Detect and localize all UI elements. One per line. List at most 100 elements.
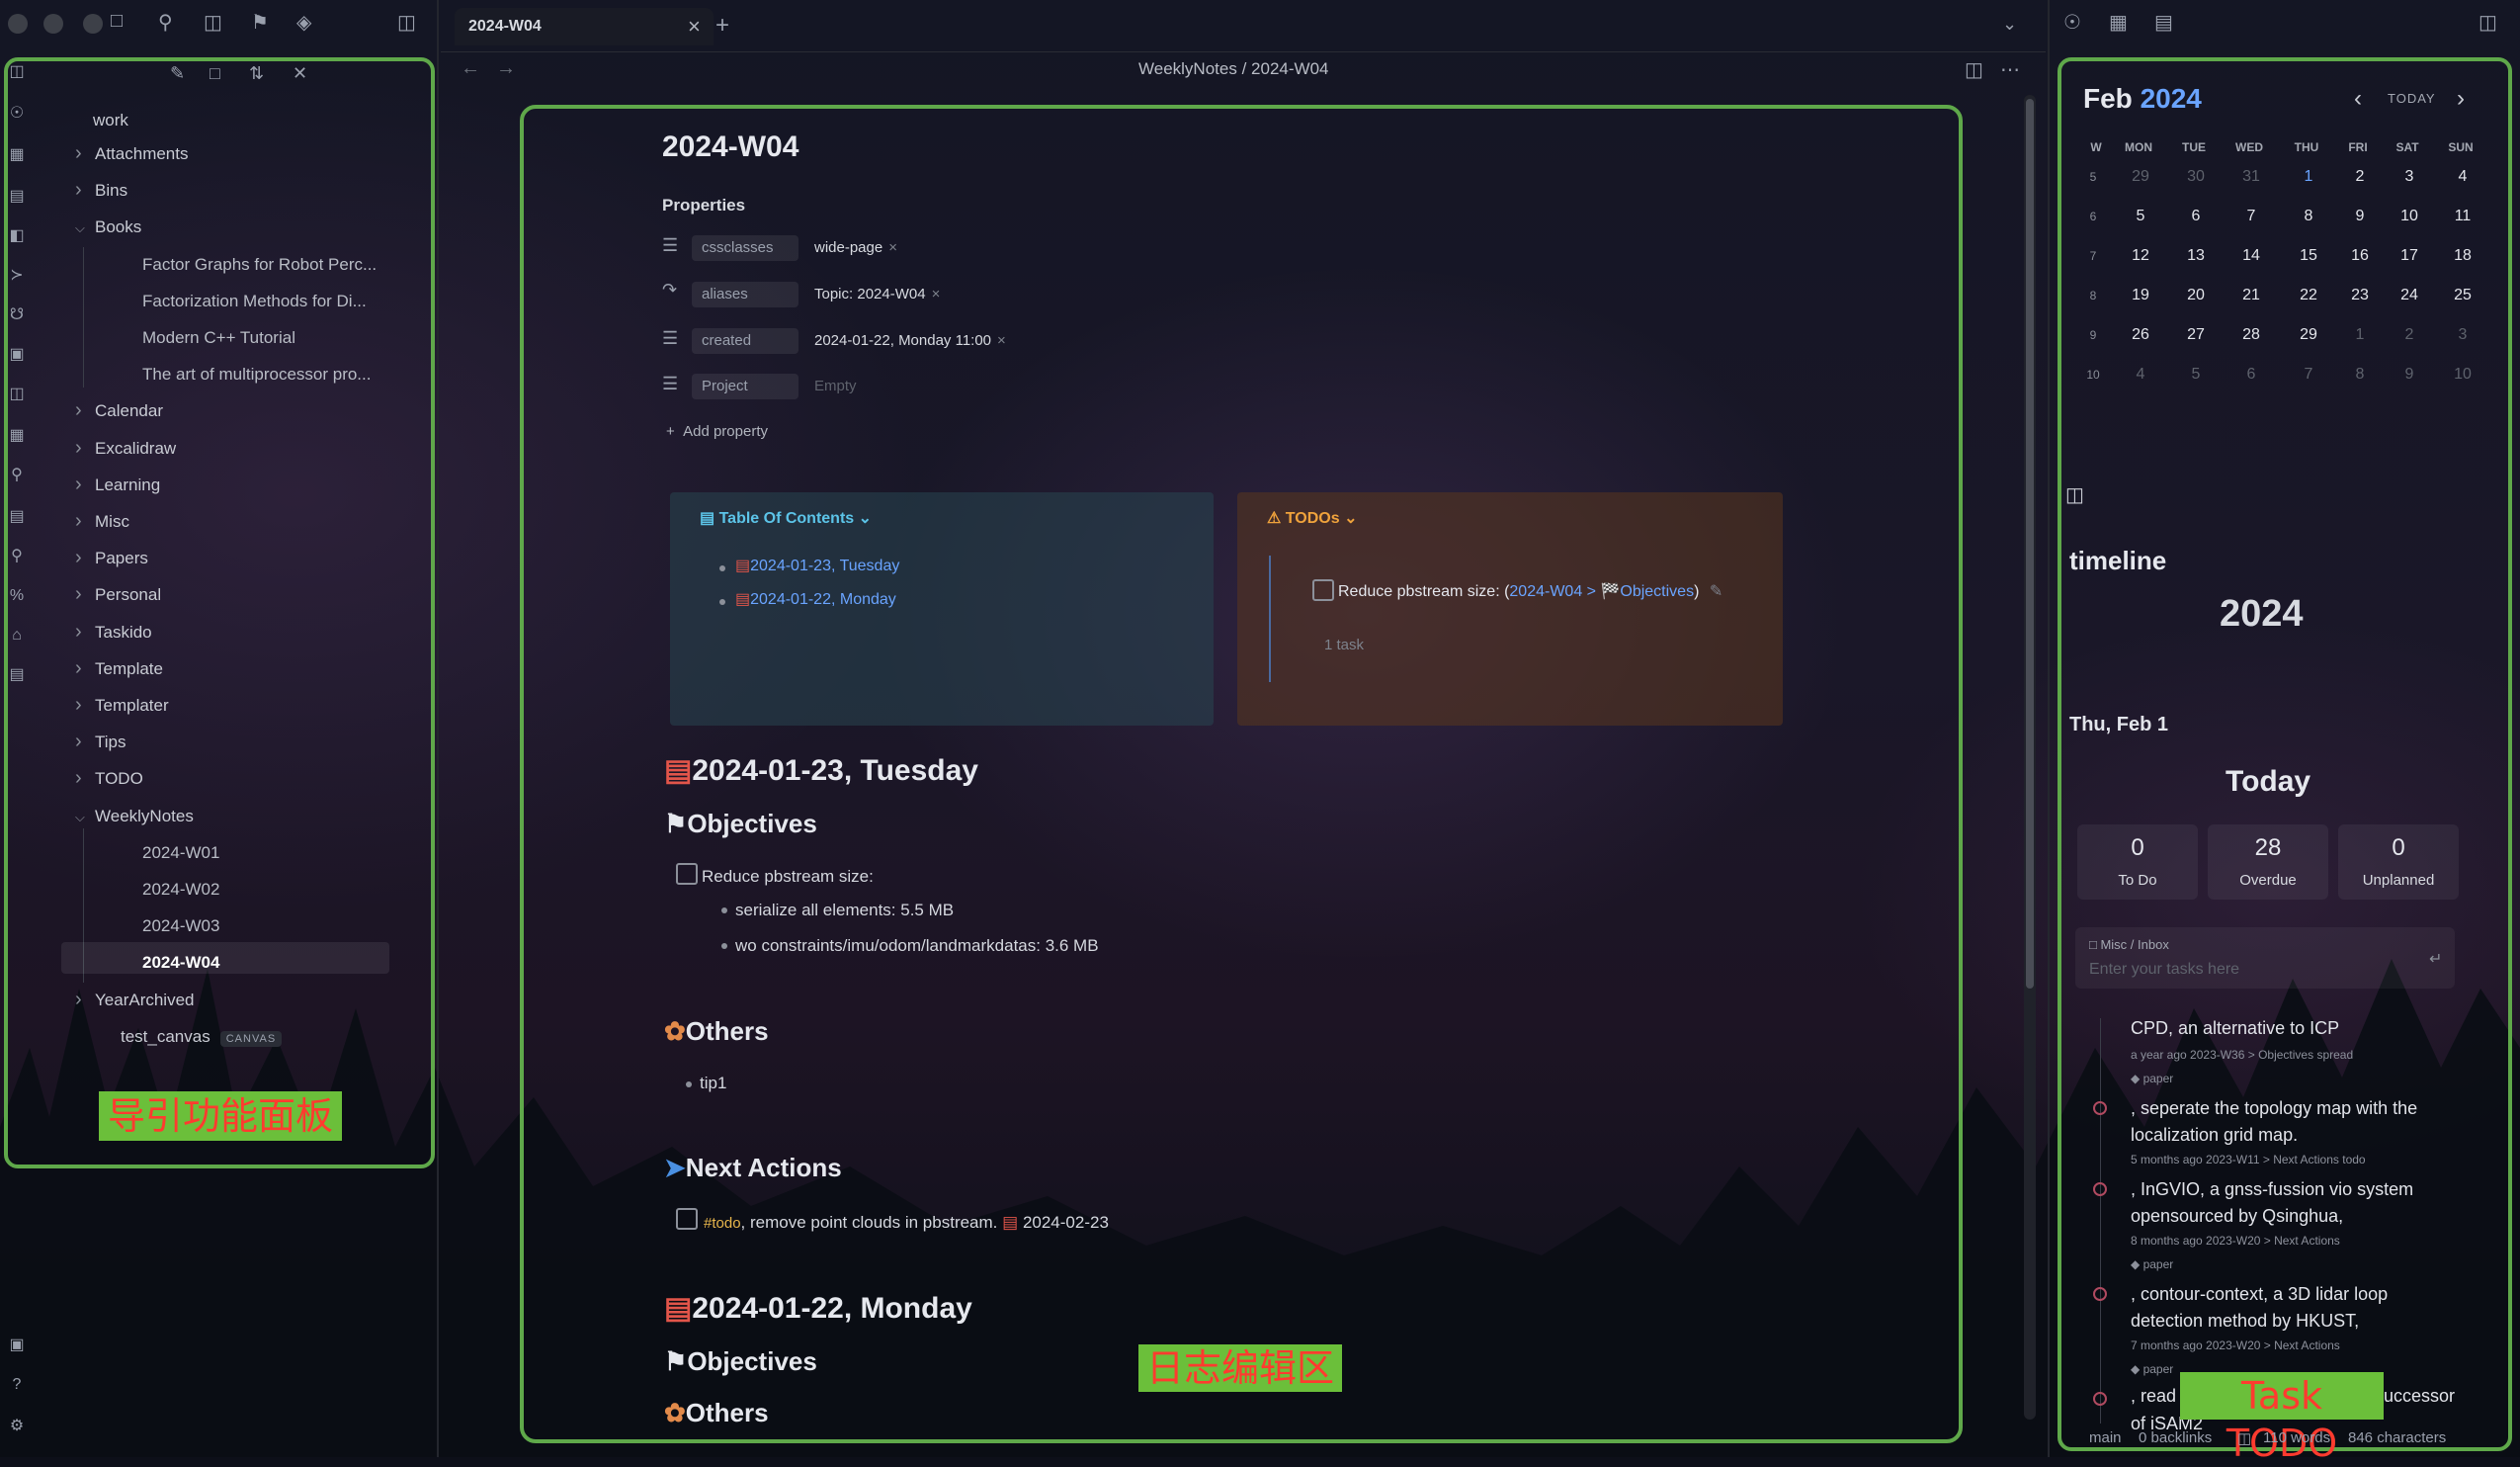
calendar-day[interactable]: 25 (2443, 287, 2482, 304)
stat-unplanned[interactable]: 0 Unplanned (2338, 824, 2459, 900)
task-item-title[interactable]: CPD, an alternative to ICP (2131, 1018, 2339, 1039)
calendar-day[interactable]: 17 (2390, 247, 2429, 265)
task-item-title[interactable]: , InGVIO, a gnss-fussion vio system open… (2131, 1176, 2457, 1230)
todos-title[interactable]: ⚠ TODOs ⌄ (1267, 508, 1357, 528)
task-status-icon[interactable] (2093, 1101, 2107, 1115)
tree-file[interactable]: Factor Graphs for Robot Perc... (142, 255, 377, 275)
stat-overdue[interactable]: 28 Overdue (2208, 824, 2328, 900)
forward-arrow-icon[interactable]: → (496, 57, 516, 80)
breadcrumb-folder[interactable]: WeeklyNotes (1138, 59, 1237, 78)
folder-icon[interactable]: □ (111, 10, 123, 33)
calendar-day[interactable]: 5 (2176, 366, 2216, 384)
calendar-week-number[interactable]: 7 (2078, 249, 2108, 263)
status-reading-icon[interactable]: ◫ (2237, 1429, 2251, 1447)
chevron-right-icon[interactable]: › (75, 437, 82, 460)
tree-folder[interactable]: WeeklyNotes (95, 807, 194, 826)
tree-folder[interactable]: Personal (95, 585, 161, 605)
calendar-day[interactable]: 28 (2231, 326, 2271, 344)
calendar-week-number[interactable]: 9 (2078, 328, 2108, 342)
tab-list-chevron-icon[interactable]: ⌄ (2002, 14, 2017, 35)
property-key[interactable]: created (692, 328, 798, 354)
vault-icon[interactable]: ▣ (6, 1335, 28, 1356)
calendar-day[interactable]: 27 (2176, 326, 2216, 344)
others-heading[interactable]: ✿Others (664, 1016, 769, 1047)
calendar-day[interactable]: 22 (2289, 287, 2328, 304)
calendar-day[interactable]: 2 (2340, 168, 2380, 186)
tree-folder[interactable]: YearArchived (95, 991, 195, 1010)
calendar-day[interactable]: 11 (2443, 208, 2482, 225)
new-note-icon[interactable]: ✎ (170, 63, 185, 84)
tree-folder[interactable]: Templater (95, 696, 169, 716)
task-status-icon[interactable] (2093, 1287, 2107, 1301)
task-item-tag[interactable]: ◆ paper (2131, 1257, 2173, 1271)
graph-view-icon[interactable]: ☉ (2063, 10, 2081, 35)
chevron-down-icon[interactable]: ⌵ (75, 810, 85, 825)
chevron-right-icon[interactable]: › (75, 694, 82, 717)
property-key[interactable]: cssclasses (692, 235, 798, 261)
window-maximize-button[interactable] (83, 14, 103, 34)
others-heading[interactable]: ✿Others (664, 1398, 769, 1428)
bookmark-icon[interactable]: ⚑ (251, 10, 269, 35)
chevron-right-icon[interactable]: › (75, 583, 82, 606)
back-arrow-icon[interactable]: ← (461, 57, 480, 80)
calendar-day[interactable]: 3 (2443, 326, 2482, 344)
toc-title[interactable]: ▤ Table Of Contents ⌄ (700, 508, 872, 528)
task-item-tag[interactable]: ◆ paper (2131, 1072, 2173, 1085)
window-minimize-button[interactable] (43, 14, 63, 34)
calendar-day[interactable]: 10 (2443, 366, 2482, 384)
calendar-day[interactable]: 20 (2176, 287, 2216, 304)
tree-folder[interactable]: Books (95, 217, 141, 237)
collapse-icon[interactable]: ✕ (293, 63, 307, 84)
chevron-right-icon[interactable]: › (75, 731, 82, 753)
task-link[interactable]: 2024-W04 > 🏁Objectives (1509, 583, 1694, 600)
property-value[interactable]: Topic: 2024-W04 × (814, 286, 940, 302)
calendar-icon[interactable]: ▤ (2154, 10, 2173, 35)
property-value[interactable]: Empty (814, 378, 857, 394)
editor-scrollbar[interactable] (2024, 95, 2036, 1420)
calendar-day[interactable]: 9 (2390, 366, 2429, 384)
calendar-day[interactable]: 5 (2121, 208, 2160, 225)
sort-icon[interactable]: ⇅ (249, 63, 264, 84)
tree-folder[interactable]: Calendar (95, 401, 163, 421)
calendar-day[interactable]: 4 (2443, 168, 2482, 186)
property-key[interactable]: Project (692, 374, 798, 399)
calendar-day[interactable]: 8 (2340, 366, 2380, 384)
toc-item[interactable]: ▤2024-01-22, Monday (735, 589, 896, 609)
chevron-right-icon[interactable]: › (75, 179, 82, 202)
tree-folder[interactable]: Excalidraw (95, 439, 176, 459)
file-icon[interactable]: ◫ (2065, 482, 2084, 507)
help-icon[interactable]: ? (6, 1374, 28, 1396)
tree-file[interactable]: 2024-W02 (142, 880, 219, 900)
calendar-day[interactable]: 7 (2231, 208, 2271, 225)
tree-folder[interactable]: Bins (95, 181, 127, 201)
tab-close-button[interactable]: × (688, 14, 701, 40)
calendar-day[interactable]: 4 (2121, 366, 2160, 384)
chevron-right-icon[interactable]: › (75, 547, 82, 569)
prev-month-chevron-icon[interactable]: ‹ (2354, 85, 2362, 113)
tree-folder[interactable]: Attachments (95, 144, 189, 164)
tree-folder[interactable]: Taskido (95, 623, 152, 643)
calendar-week-number[interactable]: 10 (2078, 368, 2108, 382)
next-month-chevron-icon[interactable]: › (2457, 85, 2465, 113)
calendar-day[interactable]: 2 (2390, 326, 2429, 344)
calendar-week-number[interactable]: 5 (2078, 170, 2108, 184)
tree-file[interactable]: 2024-W04 (142, 953, 219, 973)
chevron-right-icon[interactable]: › (75, 399, 82, 422)
calendar-day[interactable]: 10 (2390, 208, 2429, 225)
calendar-day[interactable]: 26 (2121, 326, 2160, 344)
task-item-title[interactable]: , contour-context, a 3D lidar loop detec… (2131, 1281, 2457, 1335)
objectives-heading[interactable]: ⚑Objectives (664, 1346, 817, 1377)
calendar-day[interactable]: 9 (2340, 208, 2380, 225)
task-input-box[interactable]: □ Misc / Inbox Enter your tasks here ↵ (2075, 927, 2455, 989)
todo-tag[interactable]: #todo (704, 1215, 741, 1232)
tree-file[interactable]: 2024-W01 (142, 843, 219, 863)
tree-file[interactable]: test_canvas CANVAS (121, 1027, 283, 1047)
calendar-day[interactable]: 12 (2121, 247, 2160, 265)
status-backlinks[interactable]: 0 backlinks (2139, 1429, 2212, 1446)
task-item-title-tail[interactable]: uccessor (2384, 1386, 2455, 1407)
calendar-day[interactable]: 15 (2289, 247, 2328, 265)
today-button[interactable]: TODAY (2388, 91, 2436, 106)
calendar-day[interactable]: 19 (2121, 287, 2160, 304)
task-status-icon[interactable] (2093, 1182, 2107, 1196)
chevron-right-icon[interactable]: › (75, 510, 82, 533)
